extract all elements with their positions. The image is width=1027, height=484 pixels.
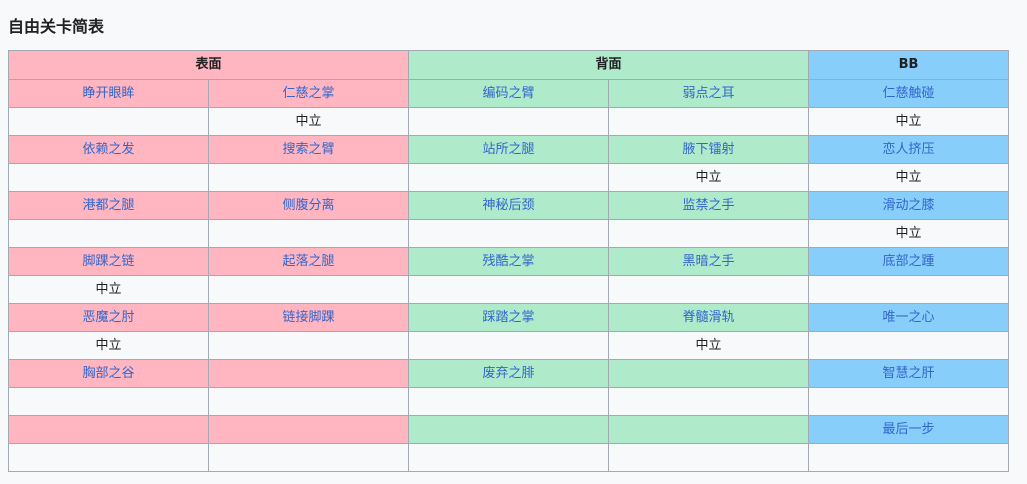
stage-link[interactable]: 编码之臂 — [408, 79, 610, 108]
free-stage-table: 表面 背面 BB 睁开眼眸 仁慈之掌 编码之臂 弱点之耳 仁慈触碰 中立 中立 依赖之发 搜索之… — [7, 50, 1010, 472]
table-row: 中立 中立 — [8, 107, 1010, 136]
empty-cell — [207, 387, 410, 416]
stage-link[interactable]: 搜索之臂 — [207, 135, 410, 164]
stage-link[interactable]: 链接脚踝 — [207, 303, 410, 332]
stage-link[interactable]: 黑暗之手 — [608, 247, 810, 276]
stage-link[interactable]: 脊髓滑轨 — [608, 303, 810, 332]
stage-link[interactable]: 侧腹分离 — [207, 191, 410, 220]
table-body: 睁开眼眸 仁慈之掌 编码之臂 弱点之耳 仁慈触碰 中立 中立 依赖之发 搜索之臂 站所之腿 腋下镭射… — [8, 79, 1010, 472]
stage-link[interactable]: 腋下镭射 — [608, 135, 810, 164]
empty-cell — [608, 275, 810, 304]
stage-link[interactable]: 起落之腿 — [207, 247, 410, 276]
table-row: 胸部之谷 废弃之腓 智慧之肝 — [8, 359, 1010, 388]
stage-link[interactable]: 智慧之肝 — [808, 359, 1010, 388]
empty-cell — [8, 107, 209, 136]
column-header-front: 表面 — [7, 50, 410, 80]
stage-link[interactable]: 底部之踵 — [808, 247, 1010, 276]
stage-link[interactable]: 踩踏之掌 — [408, 303, 610, 332]
empty-cell — [408, 387, 610, 416]
empty-cell — [207, 163, 410, 192]
empty-cell — [608, 443, 810, 472]
table-row — [8, 387, 1010, 416]
empty-cell — [808, 331, 1010, 360]
empty-cell — [408, 415, 610, 444]
stage-link[interactable]: 最后一步 — [808, 415, 1010, 444]
table-row: 中立 中立 — [8, 331, 1010, 360]
empty-cell — [8, 387, 209, 416]
stage-link[interactable]: 港都之腿 — [8, 191, 209, 220]
stage-link[interactable]: 依赖之发 — [8, 135, 209, 164]
column-header-back: 背面 — [408, 50, 810, 80]
stage-link[interactable]: 睁开眼眸 — [8, 79, 209, 108]
stage-link[interactable]: 仁慈触碰 — [808, 79, 1010, 108]
alignment-cell: 中立 — [608, 331, 810, 360]
stage-link[interactable]: 脚踝之链 — [8, 247, 209, 276]
table-row: 脚踝之链 起落之腿 残酷之掌 黑暗之手 底部之踵 — [8, 247, 1010, 276]
empty-cell — [608, 415, 810, 444]
empty-cell — [408, 275, 610, 304]
table-row: 依赖之发 搜索之臂 站所之腿 腋下镭射 恋人挤压 — [8, 135, 1010, 164]
column-header-bb: BB — [808, 50, 1010, 80]
table-row — [8, 443, 1010, 472]
stage-link[interactable]: 站所之腿 — [408, 135, 610, 164]
empty-cell — [408, 219, 610, 248]
empty-cell — [207, 275, 410, 304]
empty-cell — [808, 275, 1010, 304]
alignment-cell: 中立 — [808, 107, 1010, 136]
empty-cell — [408, 163, 610, 192]
alignment-cell: 中立 — [207, 107, 410, 136]
stage-link[interactable]: 弱点之耳 — [608, 79, 810, 108]
empty-cell — [8, 443, 209, 472]
empty-cell — [8, 163, 209, 192]
page-title: 自由关卡简表 — [8, 17, 105, 36]
stage-link[interactable]: 废弃之腓 — [408, 359, 610, 388]
empty-cell — [8, 219, 209, 248]
empty-cell — [808, 443, 1010, 472]
stage-link[interactable]: 神秘后颈 — [408, 191, 610, 220]
empty-cell — [608, 219, 810, 248]
alignment-cell: 中立 — [608, 163, 810, 192]
empty-cell — [408, 331, 610, 360]
stage-link[interactable]: 残酷之掌 — [408, 247, 610, 276]
table-row: 睁开眼眸 仁慈之掌 编码之臂 弱点之耳 仁慈触碰 — [8, 79, 1010, 108]
table-row: 最后一步 — [8, 415, 1010, 444]
empty-cell — [207, 415, 410, 444]
stage-link[interactable]: 唯一之心 — [808, 303, 1010, 332]
alignment-cell: 中立 — [8, 275, 209, 304]
table-row: 中立 — [8, 219, 1010, 248]
empty-cell — [808, 387, 1010, 416]
alignment-cell: 中立 — [8, 331, 209, 360]
empty-cell — [408, 107, 610, 136]
empty-cell — [608, 107, 810, 136]
empty-cell — [408, 443, 610, 472]
stage-link[interactable]: 胸部之谷 — [8, 359, 209, 388]
alignment-cell: 中立 — [808, 163, 1010, 192]
empty-cell — [608, 387, 810, 416]
empty-cell — [8, 415, 209, 444]
table-header-row: 表面 背面 BB — [7, 50, 1010, 80]
empty-cell — [207, 443, 410, 472]
stage-link[interactable]: 仁慈之掌 — [207, 79, 410, 108]
empty-cell — [207, 359, 410, 388]
stage-link[interactable]: 恋人挤压 — [808, 135, 1010, 164]
stage-link[interactable]: 恶魔之肘 — [8, 303, 209, 332]
empty-cell — [207, 219, 410, 248]
stage-link[interactable]: 监禁之手 — [608, 191, 810, 220]
page: 自由关卡简表 表面 背面 BB 睁开眼眸 仁慈之掌 编码之臂 弱点之耳 仁慈触碰 中立 中立… — [0, 0, 1027, 484]
stage-link[interactable]: 滑动之膝 — [808, 191, 1010, 220]
empty-cell — [608, 359, 810, 388]
alignment-cell: 中立 — [808, 219, 1010, 248]
empty-cell — [207, 331, 410, 360]
table-row: 中立 中立 — [8, 163, 1010, 192]
table-row: 中立 — [8, 275, 1010, 304]
table-row: 港都之腿 侧腹分离 神秘后颈 监禁之手 滑动之膝 — [8, 191, 1010, 220]
table-row: 恶魔之肘 链接脚踝 踩踏之掌 脊髓滑轨 唯一之心 — [8, 303, 1010, 332]
